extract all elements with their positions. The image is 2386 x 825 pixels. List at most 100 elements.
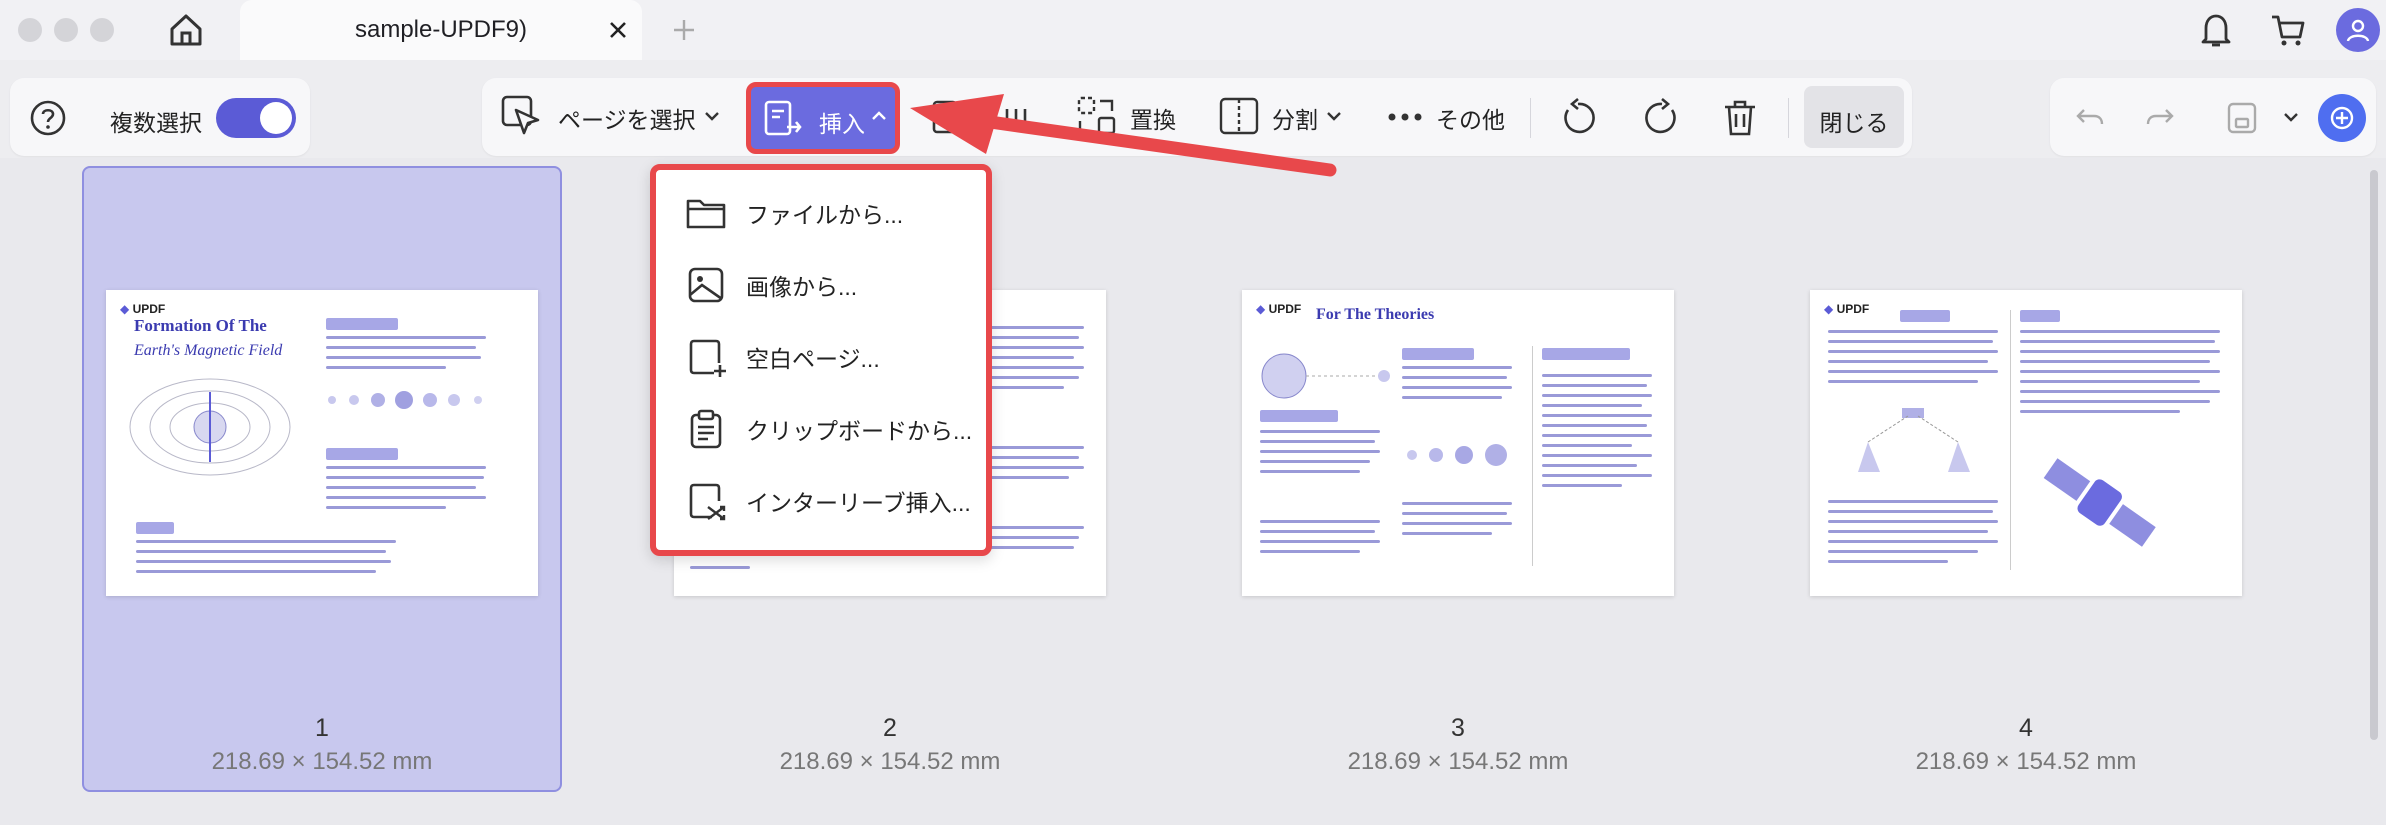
clipboard-icon: [684, 407, 728, 451]
text-line: [690, 566, 750, 569]
column-divider: [2010, 310, 2011, 570]
text-line: [1260, 530, 1375, 533]
close-icon[interactable]: [604, 16, 632, 44]
text-line: [136, 570, 376, 573]
cart-icon[interactable]: [2266, 8, 2310, 52]
satellite-illustration: [2043, 458, 2156, 547]
insert-icon: [763, 99, 803, 144]
text-line: [1260, 460, 1370, 463]
text-line: [2020, 410, 2180, 413]
redo-icon[interactable]: [2140, 98, 2180, 138]
text-line: [1828, 500, 1998, 503]
trash-icon[interactable]: [1718, 96, 1762, 140]
text-line: [2020, 350, 2220, 353]
text-line: [1542, 374, 1652, 377]
column-divider: [1532, 346, 1533, 566]
home-icon[interactable]: [164, 8, 208, 52]
menu-item-label: クリップボードから...: [746, 418, 973, 444]
window-close-button[interactable]: [18, 18, 42, 42]
text-line: [326, 496, 486, 499]
insert-button[interactable]: 挿入: [746, 82, 900, 154]
rotate-left-icon[interactable]: [1556, 96, 1600, 140]
text-line: [1828, 370, 1998, 373]
page-title: For The Theories: [1316, 306, 1435, 323]
text-line: [1260, 440, 1375, 443]
menu-item-label: ファイルから...: [746, 202, 904, 228]
tab-title: sample-UPDF9): [354, 16, 528, 43]
text-line: [984, 456, 1079, 459]
text-line: [1402, 386, 1512, 389]
chevron-down-icon[interactable]: [2280, 106, 2302, 128]
page-subtitle: Earth's Magnetic Field: [134, 342, 283, 359]
more-button[interactable]: その他: [1388, 92, 1508, 144]
text-line: [1402, 376, 1507, 379]
text-line: [326, 476, 484, 479]
select-pages-button[interactable]: ページを選択: [500, 90, 730, 146]
text-line: [1260, 450, 1380, 453]
text-line: [1260, 550, 1360, 553]
text-line: [326, 356, 481, 359]
page-number: 4: [2019, 714, 2033, 742]
page-thumbnail-3[interactable]: ◆ UPDF For The Theories: [1242, 290, 1674, 596]
page-title: Formation Of The: [134, 316, 267, 335]
menu-item-interleave-insert[interactable]: インターリーブ挿入...: [656, 466, 986, 536]
text-line: [1542, 424, 1647, 427]
close-label: 閉じる: [1819, 110, 1889, 136]
text-line: [1828, 530, 1988, 533]
text-line: [2020, 340, 2215, 343]
text-line: [984, 356, 1074, 359]
updf-logo: ◆ UPDF: [1252, 300, 1306, 318]
window-zoom-button[interactable]: [90, 18, 114, 42]
undo-icon[interactable]: [2070, 98, 2110, 138]
text-line: [984, 526, 1084, 529]
text-line: [1542, 484, 1622, 487]
text-line: [1542, 404, 1642, 407]
text-line: [1542, 474, 1652, 477]
section-tag: [1260, 410, 1338, 422]
annotation-arrow: [910, 94, 1337, 177]
multi-select-toggle[interactable]: [216, 98, 296, 138]
user-icon[interactable]: [2336, 8, 2380, 52]
text-line: [1542, 384, 1647, 387]
page-thumbnail-4[interactable]: ◆ UPDF: [1810, 290, 2242, 596]
plus-icon[interactable]: [668, 14, 700, 46]
text-line: [984, 386, 1064, 389]
text-line: [1260, 540, 1380, 543]
page-size: 218.69 × 154.52 mm: [211, 748, 433, 775]
text-line: [1828, 340, 1993, 343]
menu-item-from-image[interactable]: 画像から...: [656, 250, 986, 320]
text-line: [1828, 520, 1998, 523]
scrollbar[interactable]: [2370, 170, 2378, 740]
bell-icon[interactable]: [2196, 8, 2236, 52]
text-line: [136, 540, 396, 543]
text-line: [2020, 360, 2210, 363]
text-line: [1402, 366, 1512, 369]
text-line: [984, 376, 1079, 379]
text-line: [2020, 400, 2210, 403]
menu-item-label: 空白ページ...: [746, 346, 880, 372]
save-icon[interactable]: [2222, 96, 2262, 140]
section-tag: [2020, 310, 2060, 322]
menu-item-blank-page[interactable]: 空白ページ...: [656, 322, 986, 392]
section-tag: [326, 318, 398, 330]
text-line: [1260, 520, 1380, 523]
window-minimize-button[interactable]: [54, 18, 78, 42]
ai-assistant-icon[interactable]: [2318, 94, 2366, 142]
rotate-right-icon[interactable]: [1640, 96, 1684, 140]
text-line: [1402, 396, 1502, 399]
question-icon[interactable]: [28, 98, 68, 138]
toolbar-divider: [1530, 98, 1531, 138]
close-button[interactable]: 閉じる: [1804, 86, 1904, 148]
section-tag: [326, 448, 398, 460]
multi-select-label: 複数選択: [110, 110, 202, 136]
planets-illustration: [328, 391, 482, 409]
more-label: その他: [1436, 107, 1505, 133]
text-line: [326, 336, 486, 339]
text-line: [984, 466, 1084, 469]
menu-item-from-clipboard[interactable]: クリップボードから...: [656, 394, 986, 464]
text-line: [1828, 380, 1978, 383]
text-line: [2020, 370, 2220, 373]
insert-dropdown-menu: ファイルから... 画像から... 空白ページ... クリップボードから... …: [650, 164, 992, 556]
page-thumbnail-1[interactable]: ◆ UPDF Formation Of The Earth's Magnetic…: [106, 290, 538, 596]
document-tab[interactable]: sample-UPDF9): [240, 0, 642, 60]
